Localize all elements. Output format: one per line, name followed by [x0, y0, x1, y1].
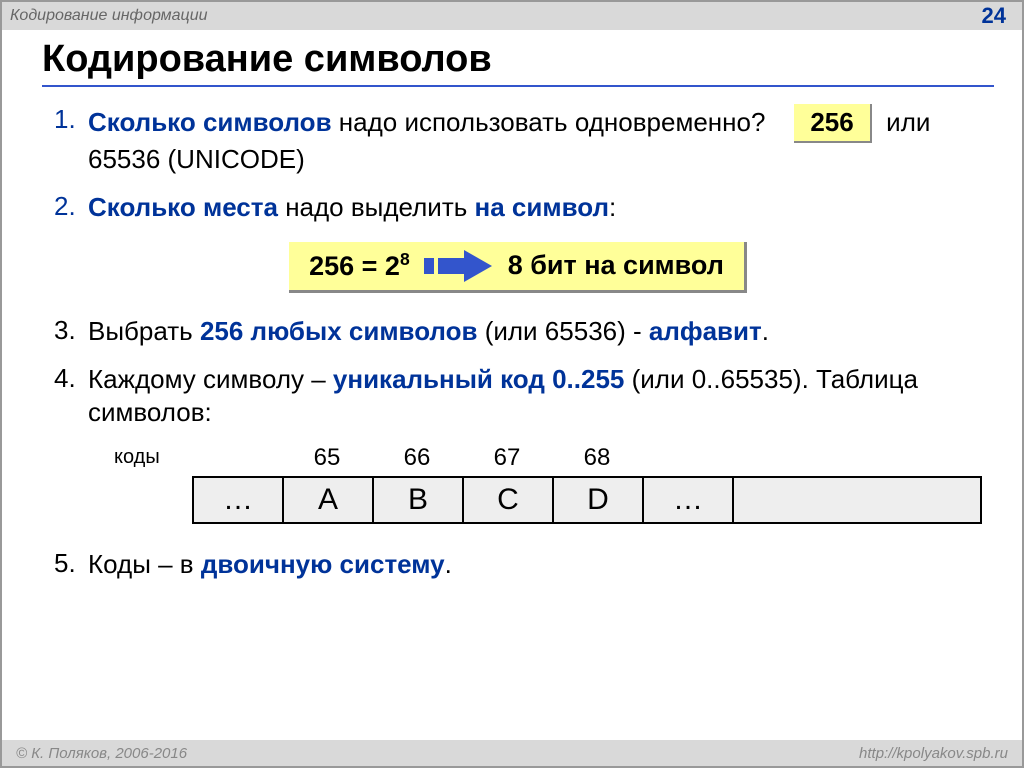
header-cell: 68 — [552, 444, 642, 472]
header-cell: 67 — [462, 444, 552, 472]
text: . — [445, 549, 452, 579]
table-cell: B — [374, 478, 464, 522]
table-cell: D — [554, 478, 644, 522]
text: 256 = 2 — [309, 251, 400, 281]
formula-rhs: 8 бит на символ — [508, 250, 724, 281]
list-number: 2. — [54, 191, 88, 222]
slide: Кодирование информации 24 Кодирование си… — [0, 0, 1024, 768]
table-cell: … — [194, 478, 284, 522]
list-text: Сколько символов надо использовать однов… — [88, 104, 982, 175]
codes-block: коды 65 66 67 68 … A B C D … — [54, 444, 982, 524]
list-number: 4. — [54, 363, 88, 394]
formula-lhs: 256 = 28 — [309, 249, 410, 282]
emph: алфавит — [649, 316, 762, 346]
text: . — [762, 316, 769, 346]
emph: Сколько места — [88, 192, 278, 222]
page-number: 24 — [976, 3, 1012, 29]
footer: © К. Поляков, 2006-2016 http://kpolyakov… — [2, 740, 1022, 766]
emph: уникальный код 0..255 — [333, 364, 624, 394]
topbar: Кодирование информации 24 — [2, 2, 1022, 30]
header-cell — [192, 444, 282, 472]
list-text: Сколько места надо выделить на символ: — [88, 191, 616, 224]
slide-topic: Кодирование информации — [10, 7, 208, 25]
table-cell — [734, 478, 824, 522]
copyright: © К. Поляков, 2006-2016 — [16, 745, 187, 762]
codes-table: … A B C D … — [192, 476, 982, 524]
list-item: 4. Каждому символу – уникальный код 0..2… — [54, 363, 982, 428]
title-wrap: Кодирование символов — [42, 38, 994, 87]
text: Коды – в — [88, 549, 201, 579]
header-cell — [732, 444, 822, 472]
text: (или 65536) - — [477, 316, 648, 346]
codes-header: 65 66 67 68 — [192, 444, 982, 472]
list-item: 2. Сколько места надо выделить на символ… — [54, 191, 982, 224]
list-text: Каждому символу – уникальный код 0..255 … — [88, 363, 982, 428]
text: Выбрать — [88, 316, 200, 346]
list-number: 1. — [54, 104, 88, 135]
emph: 256 любых символов — [200, 316, 478, 346]
list-item: 3. Выбрать 256 любых символов (или 65536… — [54, 315, 982, 348]
text: надо выделить — [278, 192, 475, 222]
header-cell: 66 — [372, 444, 462, 472]
header-cell — [642, 444, 732, 472]
list-text: Коды – в двоичную систему. — [88, 548, 452, 581]
arrow-right-icon — [424, 248, 494, 284]
header-cell: 65 — [282, 444, 372, 472]
exponent: 8 — [400, 249, 410, 269]
footer-url: http://kpolyakov.spb.ru — [859, 745, 1008, 762]
table-cell: … — [644, 478, 734, 522]
list-item: 5. Коды – в двоичную систему. — [54, 548, 982, 581]
formula-box: 256 = 28 8 бит на символ — [289, 242, 747, 293]
codes-label: коды — [114, 446, 160, 469]
list-item: 1. Сколько символов надо использовать од… — [54, 104, 982, 175]
emph: Сколько символов — [88, 107, 332, 137]
formula-row: 256 = 28 8 бит на символ — [54, 242, 982, 293]
highlight-box: 256 — [794, 104, 871, 143]
table-cell: A — [284, 478, 374, 522]
text: надо использовать одновременно? — [332, 107, 766, 137]
table-cell: C — [464, 478, 554, 522]
list-number: 5. — [54, 548, 88, 579]
emph: на символ — [475, 192, 609, 222]
emph: двоичную систему — [201, 549, 445, 579]
list-number: 3. — [54, 315, 88, 346]
text: : — [609, 192, 616, 222]
text: Каждому символу – — [88, 364, 333, 394]
slide-title: Кодирование символов — [42, 38, 994, 87]
slide-body: 1. Сколько символов надо использовать од… — [54, 104, 982, 726]
list-text: Выбрать 256 любых символов (или 65536) -… — [88, 315, 769, 348]
